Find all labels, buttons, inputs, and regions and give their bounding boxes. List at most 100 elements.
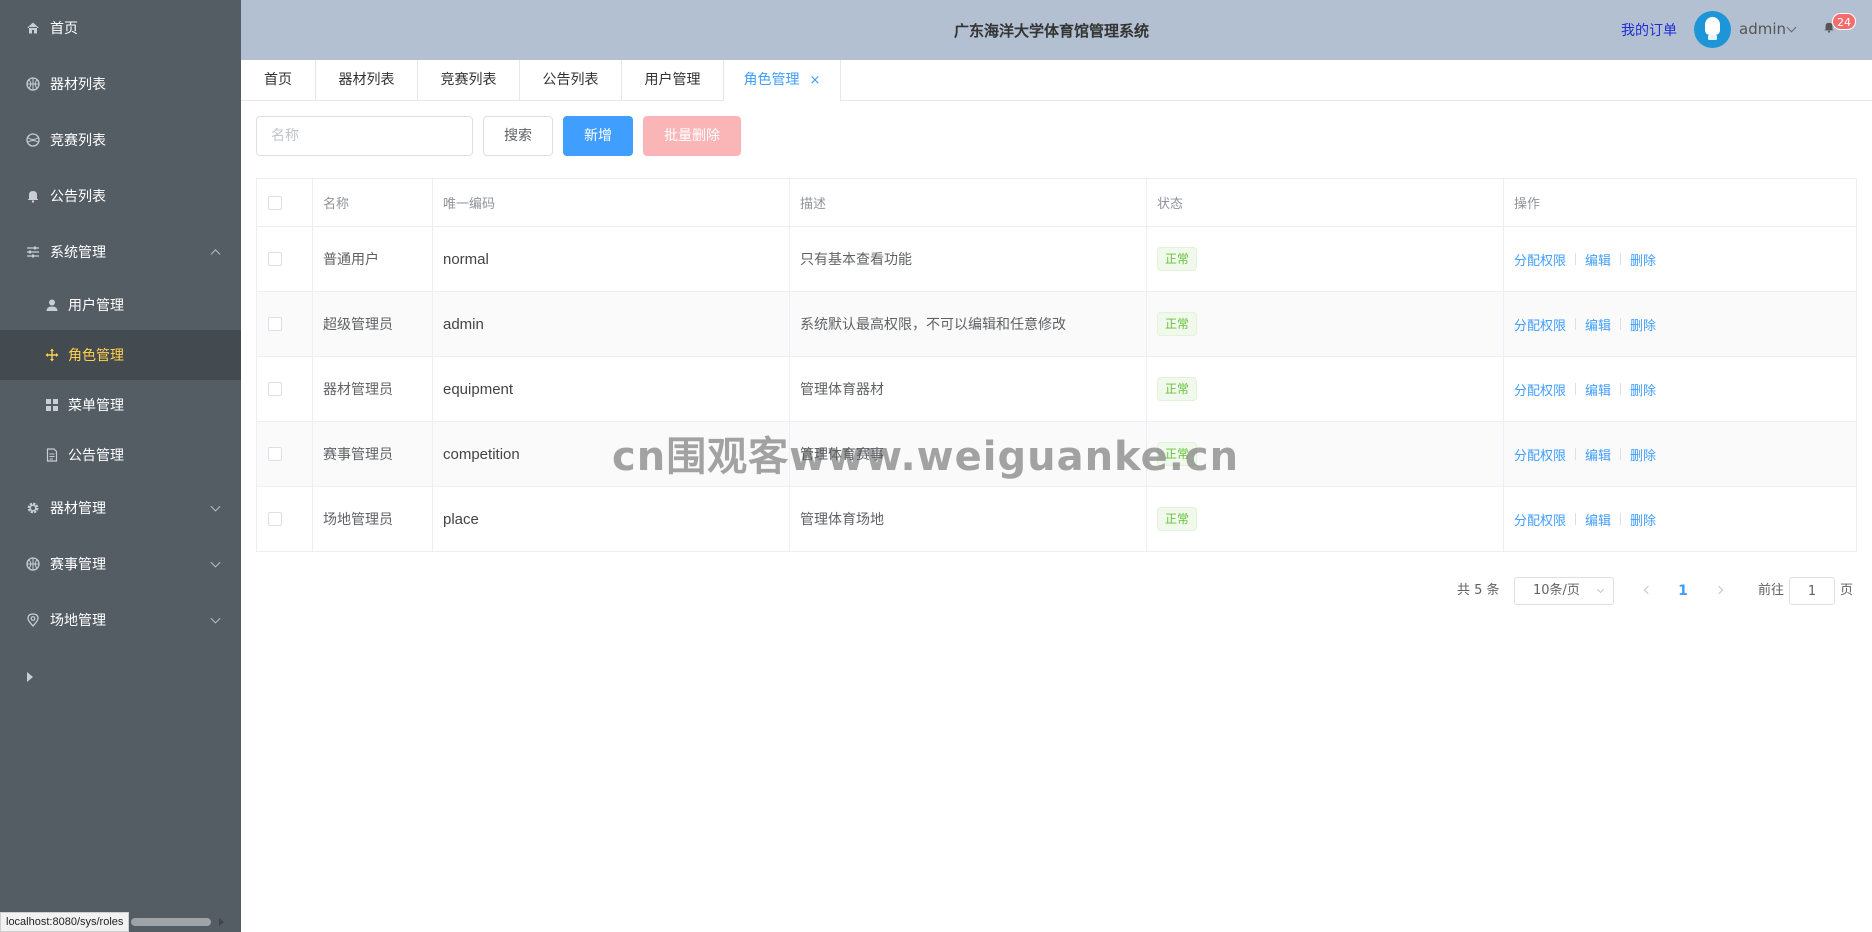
user-icon bbox=[44, 297, 60, 313]
tab-home[interactable]: 首页 bbox=[241, 60, 316, 101]
column-header: 唯一编码 bbox=[433, 179, 790, 226]
close-icon[interactable]: × bbox=[810, 61, 821, 101]
sidebar-item-menu-management[interactable]: 菜单管理 bbox=[0, 380, 241, 430]
sidebar-item-venue-management[interactable]: 场地管理 bbox=[0, 592, 241, 648]
sidebar-item-notice-list[interactable]: 公告列表 bbox=[0, 168, 241, 224]
sidebar-item-home[interactable]: 首页 bbox=[0, 0, 241, 56]
my-orders-link[interactable]: 我的订单 bbox=[1621, 20, 1677, 40]
sidebar-item-notice-management[interactable]: 公告管理 bbox=[0, 430, 241, 480]
row-checkbox[interactable] bbox=[268, 252, 282, 266]
select-cell bbox=[257, 292, 313, 356]
actions-cell: 分配权限 编辑 删除 bbox=[1504, 292, 1856, 356]
edit-link[interactable]: 编辑 bbox=[1585, 445, 1611, 464]
sidebar-item-label: 首页 bbox=[50, 21, 78, 37]
assign-permissions-link[interactable]: 分配权限 bbox=[1514, 510, 1566, 529]
role-code: competition bbox=[443, 445, 520, 463]
edit-link[interactable]: 编辑 bbox=[1585, 315, 1611, 334]
home-icon bbox=[24, 19, 42, 37]
divider bbox=[1575, 513, 1577, 525]
sidebar-item-label: 竞赛列表 bbox=[50, 133, 106, 149]
chevron-down-icon bbox=[210, 501, 221, 512]
column-header: 状态 bbox=[1147, 179, 1504, 226]
sidebar-item-label: 赛事管理 bbox=[50, 557, 106, 573]
actions-cell: 分配权限 编辑 删除 bbox=[1504, 227, 1856, 291]
delete-link[interactable]: 删除 bbox=[1630, 315, 1656, 334]
table-row: 场地管理员 place 管理体育场地 正常 分配权限 编辑 删除 bbox=[257, 487, 1856, 552]
sidebar-item-label: 系统管理 bbox=[50, 245, 106, 261]
next-page-icon[interactable] bbox=[1714, 585, 1724, 595]
sidebar-item-competition-list[interactable]: 竞赛列表 bbox=[0, 112, 241, 168]
delete-link[interactable]: 删除 bbox=[1630, 250, 1656, 269]
batch-delete-button[interactable]: 批量删除 bbox=[643, 116, 741, 156]
prev-page-icon[interactable] bbox=[1643, 585, 1653, 595]
horizontal-scrollbar[interactable] bbox=[131, 918, 212, 926]
search-button[interactable]: 搜索 bbox=[483, 116, 553, 156]
basketball-icon bbox=[24, 75, 42, 93]
actions-cell: 分配权限 编辑 删除 bbox=[1504, 422, 1856, 486]
tab-role-management[interactable]: 角色管理 × bbox=[724, 60, 841, 102]
role-description: 管理体育器材 bbox=[790, 357, 1147, 421]
sidebar-item-equipment-management[interactable]: 器材管理 bbox=[0, 480, 241, 536]
delete-link[interactable]: 删除 bbox=[1630, 510, 1656, 529]
role-code: normal bbox=[443, 250, 489, 268]
delete-link[interactable]: 删除 bbox=[1630, 380, 1656, 399]
role-name: 器材管理员 bbox=[313, 357, 433, 421]
row-checkbox[interactable] bbox=[268, 317, 282, 331]
select-cell bbox=[257, 357, 313, 421]
sidebar-item-event-management[interactable]: 赛事管理 bbox=[0, 536, 241, 592]
sidebar-item-user-management[interactable]: 用户管理 bbox=[0, 280, 241, 330]
scroll-right-icon[interactable] bbox=[219, 918, 225, 926]
sidebar-item-label: 器材管理 bbox=[50, 501, 106, 517]
tab-equipment-list[interactable]: 器材列表 bbox=[316, 60, 418, 101]
divider bbox=[1620, 253, 1622, 265]
role-description: 只有基本查看功能 bbox=[790, 227, 1147, 291]
row-checkbox[interactable] bbox=[268, 447, 282, 461]
divider bbox=[1575, 253, 1577, 265]
avatar[interactable] bbox=[1694, 11, 1731, 48]
page-suffix: 页 bbox=[1840, 583, 1854, 598]
assign-permissions-link[interactable]: 分配权限 bbox=[1514, 380, 1566, 399]
goto-page-input[interactable] bbox=[1789, 577, 1835, 605]
role-name: 场地管理员 bbox=[313, 487, 433, 551]
table-row: 普通用户 normal 只有基本查看功能 正常 分配权限 编辑 删除 bbox=[257, 227, 1856, 292]
edit-link[interactable]: 编辑 bbox=[1585, 510, 1611, 529]
table-row: 器材管理员 equipment 管理体育器材 正常 分配权限 编辑 删除 bbox=[257, 357, 1856, 422]
sidebar-item-role-management[interactable]: 角色管理 bbox=[0, 330, 241, 380]
divider bbox=[1575, 318, 1577, 330]
sidebar-item-label: 用户管理 bbox=[68, 298, 124, 314]
edit-link[interactable]: 编辑 bbox=[1585, 380, 1611, 399]
add-button[interactable]: 新增 bbox=[563, 116, 633, 156]
sidebar-item-system-management[interactable]: 系统管理 bbox=[0, 224, 241, 280]
role-code: equipment bbox=[443, 380, 514, 398]
pagination-total: 共 5 条 bbox=[1457, 583, 1500, 598]
tab-label: 角色管理 bbox=[743, 72, 800, 88]
tab-notice-list[interactable]: 公告列表 bbox=[520, 60, 622, 101]
role-code-cell: normal bbox=[433, 227, 790, 291]
select-cell bbox=[257, 487, 313, 551]
column-header: 操作 bbox=[1514, 197, 1541, 212]
table-row: 超级管理员 admin 系统默认最高权限，不可以编辑和任意修改 正常 分配权限编… bbox=[257, 292, 1856, 357]
page-number[interactable]: 1 bbox=[1676, 577, 1690, 605]
edit-link[interactable]: 编辑 bbox=[1585, 250, 1611, 269]
row-checkbox[interactable] bbox=[268, 382, 282, 396]
role-code: admin bbox=[443, 315, 484, 333]
chevron-down-icon bbox=[210, 557, 221, 568]
sidebar-item-equipment-list[interactable]: 器材列表 bbox=[0, 56, 241, 112]
row-checkbox[interactable] bbox=[268, 512, 282, 526]
delete-link[interactable]: 删除 bbox=[1630, 445, 1656, 464]
user-menu[interactable]: admin bbox=[1739, 20, 1786, 38]
actions-cell: 分配权限 编辑 删除 bbox=[1504, 357, 1856, 421]
page-size-select[interactable]: 10条/页 bbox=[1514, 577, 1614, 605]
collapse-sidebar-icon[interactable] bbox=[27, 672, 33, 682]
tab-competition-list[interactable]: 竞赛列表 bbox=[418, 60, 520, 101]
divider bbox=[1575, 448, 1577, 460]
sidebar-item-label: 公告列表 bbox=[50, 189, 106, 205]
chevron-down-icon bbox=[210, 613, 221, 624]
search-input[interactable] bbox=[256, 116, 473, 156]
assign-permissions-link[interactable]: 分配权限 bbox=[1514, 445, 1566, 464]
sidebar-item-label: 角色管理 bbox=[68, 348, 124, 364]
assign-permissions-link[interactable]: 分配权限 bbox=[1514, 250, 1566, 269]
select-all-checkbox[interactable] bbox=[268, 195, 282, 210]
tab-user-management[interactable]: 用户管理 bbox=[622, 60, 724, 101]
assign-permissions-link[interactable]: 分配权限 bbox=[1514, 315, 1566, 334]
